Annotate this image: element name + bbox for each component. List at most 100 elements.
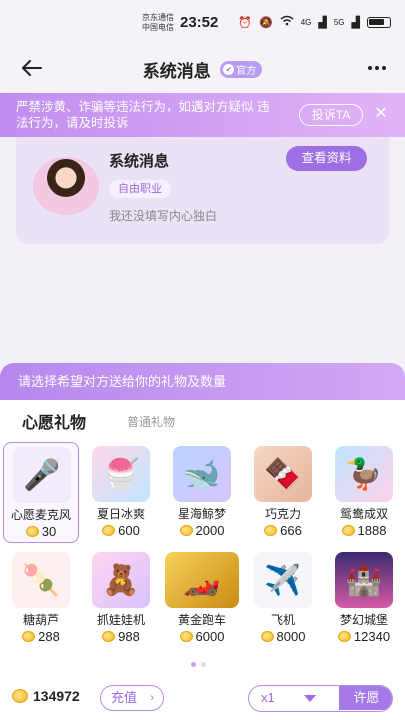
coin-icon	[22, 631, 36, 642]
bottom-bar: 134972 充值 › x1 许愿	[0, 680, 405, 720]
carrier-info: 京东通信 中国电信	[142, 13, 174, 33]
ice-cream-icon: 🍧	[92, 446, 150, 502]
check-icon: ✔	[223, 64, 235, 75]
profile-bio: 我还没填写内心独白	[109, 209, 218, 223]
gift-price-value: 12340	[353, 629, 391, 644]
tab-normal-gifts[interactable]: 普通礼物	[127, 413, 175, 430]
coin-icon	[102, 631, 116, 642]
gift-price-value: 1888	[357, 523, 387, 538]
coin-icon	[25, 526, 39, 537]
coin-icon	[12, 689, 28, 703]
gift-name: 夏日冰爽	[96, 507, 145, 521]
gift-price: 288	[3, 629, 79, 644]
warning-text: 严禁涉黄、诈骗等违法行为，如遇对方疑似 违法行为，请及时投诉	[16, 100, 270, 130]
gift-price-value: 666	[280, 523, 302, 538]
quantity-select[interactable]: x1	[249, 686, 339, 710]
quantity-value: x1	[261, 690, 275, 705]
gift-item[interactable]: 🦆 鸳鸯成双 1888	[326, 442, 402, 543]
gift-name: 黄金跑车	[177, 613, 226, 627]
warning-banner: 严禁涉黄、诈骗等违法行为，如遇对方疑似 违法行为，请及时投诉 投诉TA ✕	[0, 93, 405, 137]
gift-price-value: 988	[118, 629, 140, 644]
coin-icon	[179, 631, 193, 642]
gift-price-value: 288	[38, 629, 60, 644]
coin-balance: 134972	[12, 688, 80, 704]
chevron-down-icon	[304, 695, 316, 702]
coin-icon	[102, 525, 116, 536]
carrier-name-2: 中国电信	[142, 23, 174, 32]
more-options-button[interactable]	[363, 56, 391, 80]
gift-price: 988	[83, 629, 159, 644]
gift-price: 6000	[164, 629, 240, 644]
battery-icon	[367, 16, 391, 28]
header: 系统消息 ✔ 官方	[0, 44, 405, 92]
chocolate-icon: 🍫	[254, 446, 312, 502]
official-badge: ✔ 官方	[220, 61, 263, 78]
chevron-right-icon: ›	[150, 692, 154, 704]
gift-price: 600	[83, 523, 159, 538]
carrier-name-1: 京东通信	[142, 13, 174, 22]
gift-item[interactable]: ✈️ 飞机 8000	[245, 548, 321, 649]
gift-price: 8000	[245, 629, 321, 644]
gift-panel: 请选择希望对方送给你的礼物及数量 心愿礼物 普通礼物 🎤 心愿麦克风 30 🍧 …	[0, 363, 405, 720]
gift-price-value: 6000	[195, 629, 225, 644]
tab-wish-gifts[interactable]: 心愿礼物	[22, 409, 86, 433]
coin-icon	[264, 525, 278, 536]
gift-price-value: 30	[41, 524, 57, 539]
dot-icon	[382, 66, 386, 70]
wish-button[interactable]: 许愿	[339, 686, 392, 710]
status-icons: ⏰ 🔕 4G ▟ 5G ▟	[238, 15, 391, 29]
sports-car-icon: 🏎️	[165, 552, 239, 608]
wifi-icon	[280, 15, 294, 29]
candied-haws-icon: 🍡	[12, 552, 70, 608]
report-button[interactable]: 投诉TA	[299, 104, 363, 126]
gift-tabs: 心愿礼物 普通礼物	[0, 409, 405, 435]
gift-price: 1888	[326, 523, 402, 538]
gift-item[interactable]: 🧸 抓娃娃机 988	[83, 548, 159, 649]
gift-prompt: 请选择希望对方送给你的礼物及数量	[0, 363, 405, 400]
balance-value: 134972	[33, 688, 80, 704]
gift-item[interactable]: 🎤 心愿麦克风 30	[3, 442, 79, 543]
whale-icon: 🐋	[173, 446, 231, 502]
castle-icon: 🏰	[335, 552, 393, 608]
gift-item[interactable]: 🏎️ 黄金跑车 6000	[164, 548, 240, 649]
coin-icon	[179, 525, 193, 536]
gift-item[interactable]: 🐋 星海鲸梦 2000	[164, 442, 240, 543]
gift-price: 12340	[326, 629, 402, 644]
status-bar: 京东通信 中国电信 23:52 ⏰ 🔕 4G ▟ 5G ▟	[0, 0, 405, 44]
avatar[interactable]	[33, 157, 99, 215]
page-dot-active	[191, 662, 196, 667]
gift-item[interactable]: 🍫 巧克力 666	[245, 442, 321, 543]
gift-name: 糖葫芦	[22, 613, 59, 627]
page-title: 系统消息	[142, 62, 211, 81]
gift-name: 心愿麦克风	[10, 508, 71, 522]
gift-price: 666	[245, 523, 321, 538]
recharge-button[interactable]: 充值 ›	[100, 685, 164, 711]
airplane-icon: ✈️	[254, 552, 312, 608]
signal-icon-2: ▟	[351, 16, 360, 29]
coin-icon	[341, 525, 355, 536]
gift-price-value: 600	[118, 523, 140, 538]
gift-item[interactable]: 🏰 梦幻城堡 12340	[326, 548, 402, 649]
page-dot	[201, 662, 206, 667]
gift-name: 巧克力	[264, 507, 301, 521]
quantity-group: x1 许愿	[248, 685, 393, 712]
ducks-icon: 🦆	[335, 446, 393, 502]
view-profile-button[interactable]: 查看资料	[286, 146, 367, 171]
coin-icon	[337, 631, 351, 642]
job-tag: 自由职业	[109, 180, 171, 198]
close-icon[interactable]: ✕	[371, 104, 391, 124]
coin-icon	[260, 631, 274, 642]
gift-name: 星海鲸梦	[177, 507, 226, 521]
gift-item[interactable]: 🍧 夏日冰爽 600	[83, 442, 159, 543]
dot-icon	[368, 66, 372, 70]
status-time: 23:52	[180, 14, 219, 31]
gift-price-value: 2000	[195, 523, 225, 538]
official-badge-label: 官方	[236, 66, 257, 77]
network-label-2: 5G	[333, 17, 345, 27]
signal-icon: ▟	[318, 16, 327, 29]
microphone-icon: 🎤	[13, 447, 71, 503]
gift-item[interactable]: 🍡 糖葫芦 288	[3, 548, 79, 649]
gift-name: 抓娃娃机	[96, 613, 145, 627]
recharge-label: 充值	[111, 690, 138, 705]
page-indicator	[191, 662, 206, 667]
